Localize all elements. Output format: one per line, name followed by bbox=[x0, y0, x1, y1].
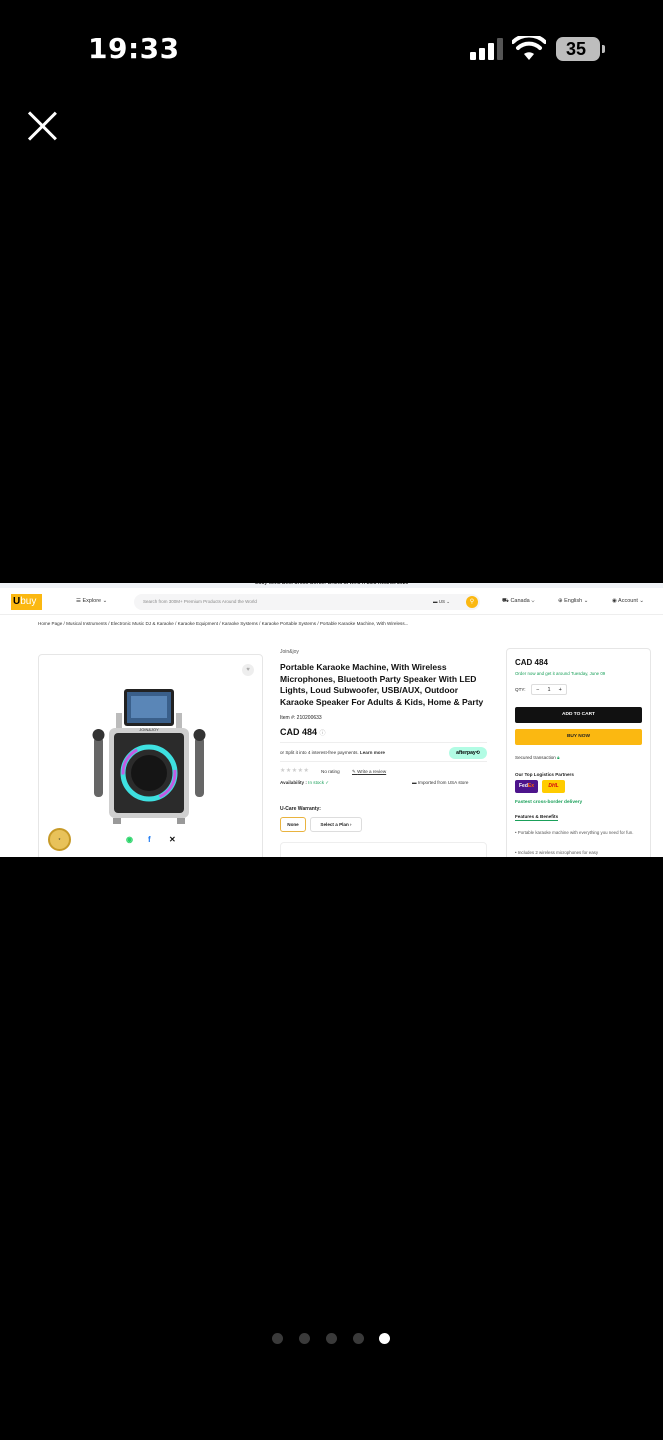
feature-icons-strip bbox=[280, 842, 487, 857]
pager-dot[interactable] bbox=[272, 1333, 283, 1344]
battery-icon: 35 bbox=[556, 37, 605, 61]
top-nav: Ubuy ☰ Explore ⌄ Search from 300M+ Premi… bbox=[0, 589, 663, 615]
facebook-icon[interactable]: f bbox=[148, 835, 151, 844]
write-review-link[interactable]: ✎ Write a review bbox=[352, 769, 386, 775]
explore-menu[interactable]: ☰ Explore ⌄ bbox=[76, 598, 107, 604]
product-price: CAD 484 ⓘ bbox=[280, 727, 326, 737]
buybox-price: CAD 484 bbox=[515, 658, 548, 667]
logistics-partners-label: Our Top Logistics Partners bbox=[515, 772, 574, 777]
features-tab[interactable]: Features & Benefits bbox=[515, 814, 559, 821]
rating-stars-icon: ★★★★★ bbox=[280, 768, 310, 774]
secured-transaction: Secured transaction 🔒︎ bbox=[515, 755, 560, 760]
product-image-box: ♥ JOIN&JOY ★ ◉ f ✕ bbox=[38, 654, 263, 857]
search-locale[interactable]: ▬ US ⌄ bbox=[433, 599, 450, 605]
feature-bullet: • Portable karaoke machine with everythi… bbox=[515, 830, 634, 835]
image-pager bbox=[272, 1333, 392, 1345]
close-icon[interactable] bbox=[26, 110, 58, 142]
account-menu[interactable]: ◉ Account ⌄ bbox=[612, 598, 644, 604]
search-icon[interactable]: ⚲ bbox=[466, 596, 478, 608]
pager-dot-active[interactable] bbox=[379, 1333, 390, 1344]
breadcrumb[interactable]: Home Page / Musical Instruments / Electr… bbox=[38, 621, 408, 626]
feature-bullet: • Includes 2 wireless microphones for ea… bbox=[515, 850, 599, 855]
product-page-screenshot: Ubuy Wins Best Cross-Border Brand at WeC… bbox=[0, 583, 663, 857]
country-selector[interactable]: ⛟ Canada ⌄ bbox=[502, 598, 535, 605]
clock: 19:33 bbox=[88, 32, 180, 65]
pager-dot[interactable] bbox=[299, 1333, 310, 1344]
afterpay-logo: afterpay⟲ bbox=[449, 747, 487, 759]
status-bar: 19:33 35 bbox=[0, 0, 663, 100]
dhl-logo: DHL bbox=[542, 780, 565, 793]
search-input[interactable]: Search from 300M+ Premium Products Aroun… bbox=[143, 599, 257, 604]
promo-banner: Ubuy Wins Best Cross-Border Brand at WeC… bbox=[0, 583, 663, 588]
wifi-icon bbox=[512, 36, 546, 60]
qty-label: QTY: bbox=[515, 687, 526, 692]
warranty-none-option[interactable]: None bbox=[280, 817, 306, 832]
qty-minus-button[interactable]: − bbox=[536, 687, 539, 693]
installment-row: or Split it into 4 interest-free payment… bbox=[280, 742, 487, 762]
buy-box: CAD 484 Order now and get it around Tues… bbox=[506, 648, 651, 857]
lock-icon: 🔒︎ bbox=[557, 755, 560, 760]
product-brand[interactable]: Join&joy bbox=[280, 649, 299, 655]
fastest-delivery-text: Fastest cross-border delivery bbox=[515, 800, 583, 805]
availability: Availability : In stock ✓ bbox=[280, 780, 330, 785]
delivery-estimate: Order now and get it around Tuesday, Jun… bbox=[515, 671, 606, 676]
installment-text: or Split it into 4 interest-free payment… bbox=[280, 750, 385, 755]
ucare-label: U-Care Warranty: bbox=[280, 806, 321, 812]
x-twitter-icon[interactable]: ✕ bbox=[169, 835, 176, 844]
fedex-logo: FedEx bbox=[515, 780, 538, 793]
karaoke-machine-image: JOIN&JOY bbox=[92, 689, 206, 824]
quantity-stepper[interactable]: − 1 + bbox=[531, 684, 567, 695]
qty-plus-button[interactable]: + bbox=[559, 687, 562, 693]
pager-dot[interactable] bbox=[326, 1333, 337, 1344]
buy-now-button[interactable]: BUY NOW bbox=[515, 729, 642, 745]
cellular-signal-icon bbox=[470, 38, 504, 60]
search-bar[interactable]: Search from 300M+ Premium Products Aroun… bbox=[134, 594, 480, 610]
qty-value[interactable]: 1 bbox=[547, 687, 550, 693]
info-icon: ⓘ bbox=[319, 731, 326, 737]
whatsapp-icon[interactable]: ◉ bbox=[126, 835, 133, 844]
learn-more-link[interactable]: Learn more bbox=[360, 750, 385, 755]
pager-dot[interactable] bbox=[353, 1333, 364, 1344]
battery-level: 35 bbox=[565, 39, 587, 59]
language-selector[interactable]: ⊕ English ⌄ bbox=[558, 598, 588, 604]
add-to-cart-button[interactable]: ADD TO CART bbox=[515, 707, 642, 723]
select-plan-button[interactable]: Select a Plan › bbox=[310, 817, 362, 832]
product-title: Portable Karaoke Machine, With Wireless … bbox=[280, 662, 484, 707]
no-rating-text: No rating bbox=[321, 769, 340, 774]
ubuy-logo[interactable]: Ubuy bbox=[11, 594, 42, 610]
item-number: Item #: 210200633 bbox=[280, 715, 322, 721]
award-badge-icon: ★ bbox=[48, 828, 71, 851]
device-brand-label: JOIN&JOY bbox=[139, 727, 159, 732]
imported-from: ▬ Imported from USA store bbox=[412, 780, 469, 785]
